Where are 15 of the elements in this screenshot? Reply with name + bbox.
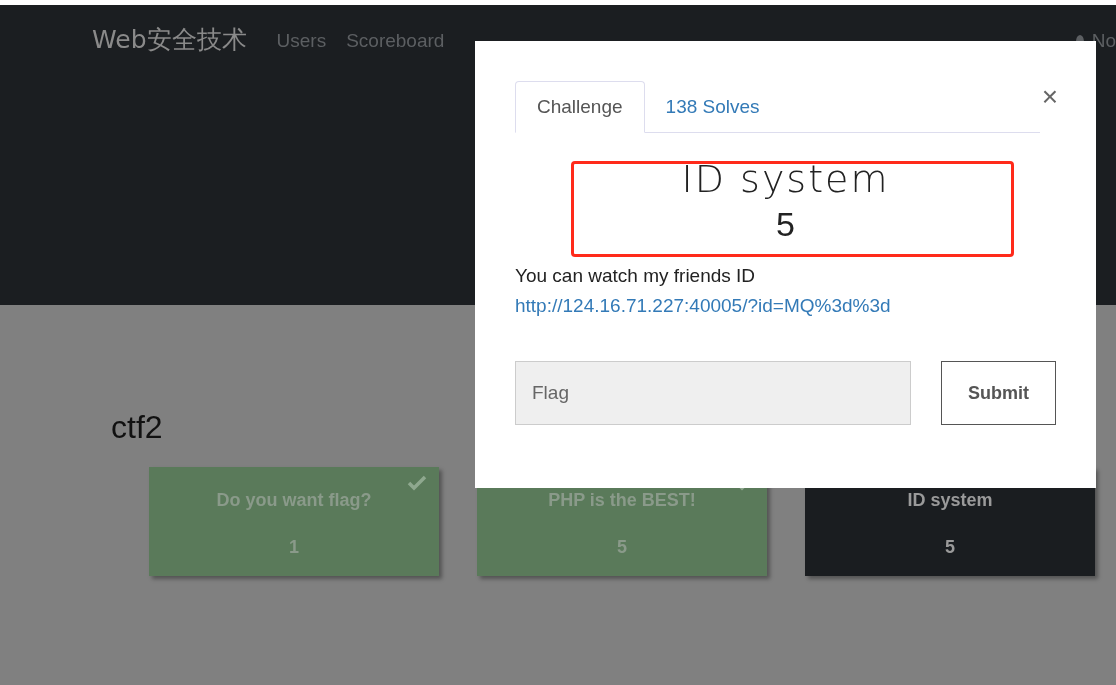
nav-link[interactable]: Users [276,25,327,57]
submit-button[interactable]: Submit [941,361,1056,425]
modal-tab[interactable]: 138 Solves [644,81,781,133]
challenge-name: ID system [907,489,993,512]
challenge-description: You can watch my friends ID [515,264,757,288]
challenge-value: 5 [945,536,955,559]
checkmark-icon [407,475,427,491]
modal-tab[interactable]: Challenge [515,81,645,133]
flag-field[interactable]: Flag [515,361,912,425]
site-brand[interactable]: Web安全技术 [92,25,247,55]
challenge-link[interactable]: http://124.16.71.227:40005/?id=MQ%3d%3d [515,291,1056,321]
nav-link[interactable]: Scoreboard [346,25,445,57]
category-heading: ctf2 [111,408,164,447]
challenge-title: ID system [681,157,890,201]
challenge-points: 5 [776,204,795,245]
